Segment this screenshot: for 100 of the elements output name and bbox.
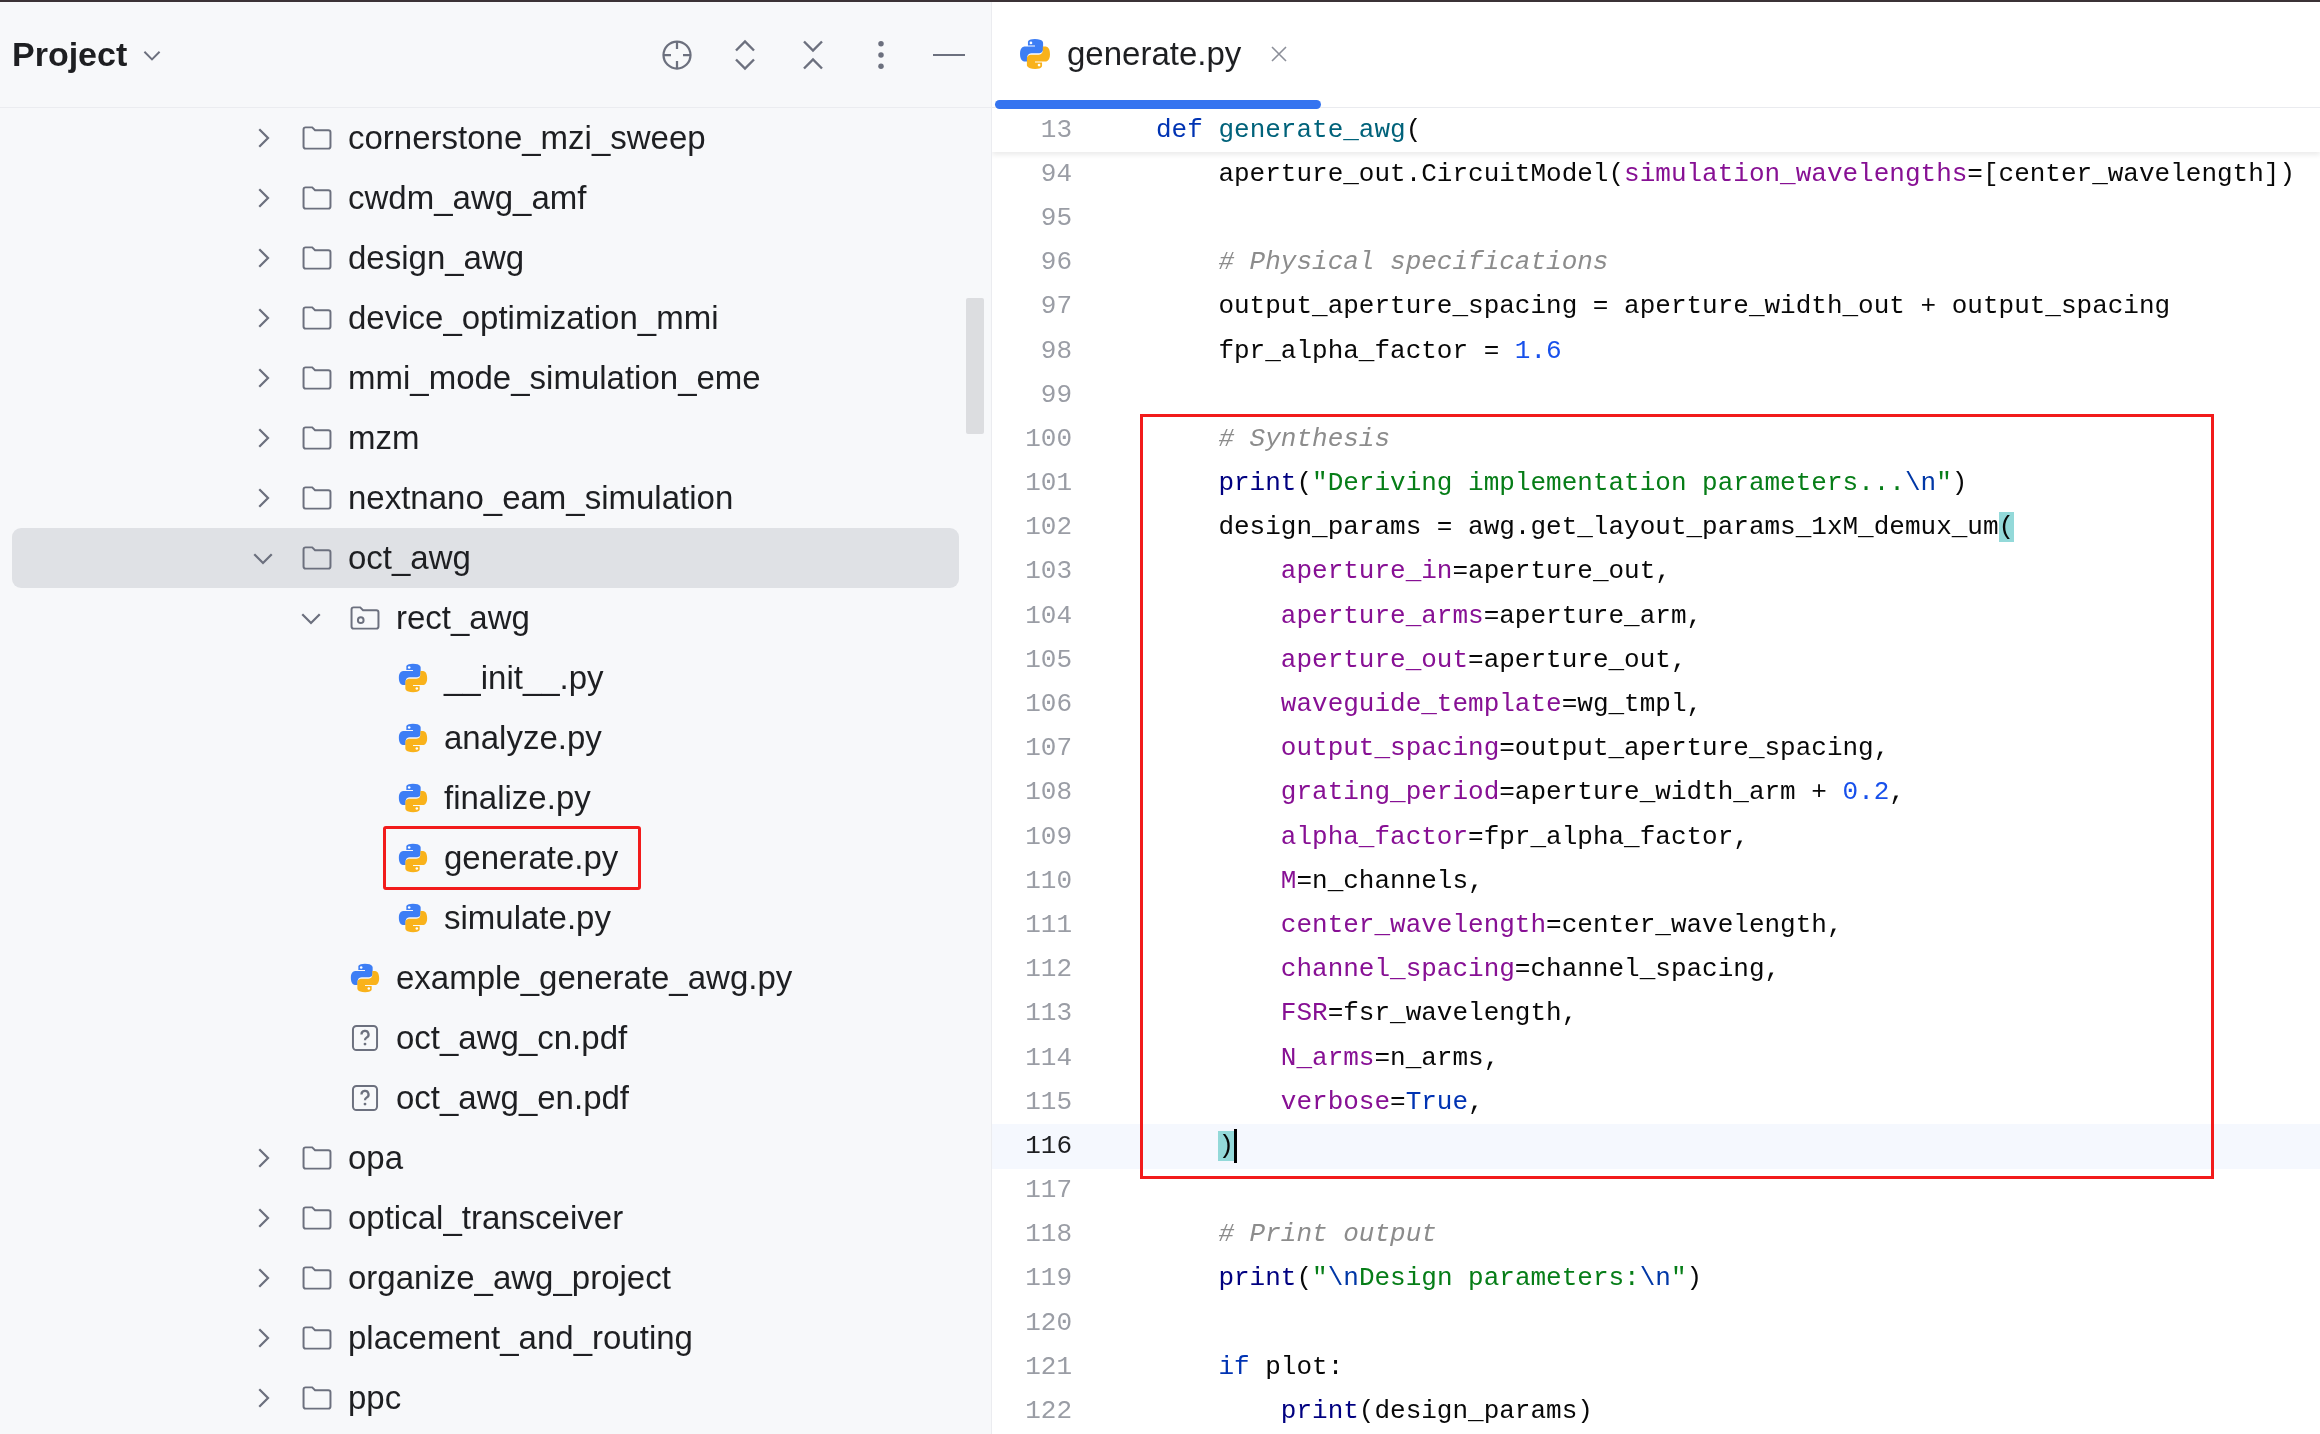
line-number: 115: [1024, 1085, 1072, 1119]
code-line: def generate_awg(: [1156, 113, 1422, 147]
item-label: example_generate_awg.py: [396, 958, 793, 999]
line-number: 117: [1024, 1174, 1072, 1208]
tree-item[interactable]: mzm: [12, 408, 959, 468]
tree-item[interactable]: oct_awg_cn.pdf: [12, 1008, 959, 1068]
tree-item[interactable]: ppc: [12, 1368, 959, 1428]
code-line: aperture_arms=aperture_arm,: [1279, 599, 1703, 633]
line-number: 94: [1039, 157, 1072, 191]
item-label: cwdm_awg_amf: [348, 178, 587, 219]
line-number: 116: [1024, 1129, 1072, 1163]
line-number: 113: [1024, 997, 1072, 1031]
code-line: waveguide_template=wg_tmpl,: [1279, 688, 1703, 722]
code-line: aperture_in=aperture_out,: [1279, 555, 1671, 589]
code-line: grating_period=aperture_width_arm + 0.2,: [1279, 776, 1905, 810]
line-number: 114: [1024, 1041, 1072, 1075]
code-line: # Physical specifications: [1217, 246, 1609, 280]
tree-item[interactable]: __init__.py: [12, 648, 959, 708]
tree-item[interactable]: simulate.py: [12, 888, 959, 948]
tree-item[interactable]: rect_awg: [12, 588, 959, 648]
scrollbar-thumb[interactable]: [966, 298, 984, 434]
item-label: nextnano_eam_simulation: [348, 478, 734, 519]
tree-item[interactable]: cornerstone_mzi_sweep: [12, 108, 959, 168]
line-number: 99: [1039, 378, 1072, 412]
tree-item[interactable]: design_awg: [12, 228, 959, 288]
tree-item[interactable]: oct_awg_en.pdf: [12, 1068, 959, 1128]
python-icon: [396, 661, 430, 695]
code-line: N_arms=n_arms,: [1279, 1041, 1500, 1075]
line-number: 104: [1024, 599, 1072, 633]
code-line: fpr_alpha_factor = 1.6: [1217, 334, 1562, 368]
line-number: 110: [1024, 864, 1072, 898]
item-label: optical_transceiver: [348, 1198, 624, 1239]
code-line: print("\nDesign parameters:\n"): [1217, 1262, 1703, 1296]
item-label: ppc: [348, 1378, 402, 1419]
code-line: channel_spacing=channel_spacing,: [1279, 953, 1781, 987]
line-number: 112: [1024, 953, 1072, 987]
line-number: 97: [1039, 290, 1072, 324]
tree-item[interactable]: nextnano_eam_simulation: [12, 468, 959, 528]
tree-item[interactable]: oct_awg: [12, 528, 959, 588]
code-line: output_aperture_spacing = aperture_width_out + output_spacing: [1217, 290, 2171, 324]
text-caret: [1234, 1129, 1237, 1164]
code-line: # Synthesis: [1217, 422, 1391, 456]
line-number: 96: [1039, 246, 1072, 280]
line-number: 121: [1024, 1350, 1072, 1384]
tree-item[interactable]: mmi_mode_simulation_eme: [12, 348, 959, 408]
line-number: 100: [1024, 422, 1072, 456]
code-line: FSR=fsr_wavelength,: [1279, 997, 1578, 1031]
line-number: 13: [1039, 113, 1072, 147]
item-label: cornerstone_mzi_sweep: [348, 118, 706, 159]
item-label: placement_and_routing: [348, 1318, 693, 1359]
tree-item[interactable]: optical_transceiver: [12, 1188, 959, 1248]
item-label: oct_awg_en.pdf: [396, 1078, 629, 1119]
line-number: 103: [1024, 555, 1072, 589]
panel-title[interactable]: Project: [12, 29, 128, 80]
tree-item[interactable]: analyze.py: [12, 708, 959, 768]
tree-item[interactable]: example_generate_awg.py: [12, 948, 959, 1008]
line-number: 105: [1024, 643, 1072, 677]
editor-tab[interactable]: generate.py: [995, 2, 1322, 107]
python-icon: [396, 781, 430, 815]
tree-item[interactable]: placement_and_routing: [12, 1308, 959, 1368]
code-line: aperture_out=aperture_out,: [1279, 643, 1687, 677]
item-label: rect_awg: [396, 598, 530, 639]
tree-item[interactable]: generate.py: [12, 828, 959, 888]
line-number: 120: [1024, 1306, 1072, 1340]
item-label: __init__.py: [444, 658, 604, 699]
code-line: design_params = awg.get_layout_params_1xM_demux_um(: [1217, 511, 2015, 545]
item-label: simulate.py: [444, 898, 611, 939]
code-line: if plot:: [1217, 1350, 1344, 1384]
code-line: verbose=True,: [1279, 1085, 1484, 1119]
item-label: finalize.py: [444, 778, 591, 819]
line-number: 95: [1039, 201, 1072, 235]
code-line: M=n_channels,: [1279, 864, 1484, 898]
tree-item[interactable]: finalize.py: [12, 768, 959, 828]
code-line: alpha_factor=fpr_alpha_factor,: [1279, 820, 1749, 854]
item-label: oct_awg_cn.pdf: [396, 1018, 628, 1059]
python-icon: [1017, 36, 1053, 72]
python-icon: [396, 721, 430, 755]
line-number: 108: [1024, 776, 1072, 810]
item-label: analyze.py: [444, 718, 602, 759]
line-number: 118: [1024, 1218, 1072, 1252]
code-line: # Print output: [1217, 1218, 1437, 1252]
code-line: aperture_out.CircuitModel(simulation_wavelengths=[center_wavelength]): [1217, 157, 2295, 191]
item-label: opa: [348, 1138, 404, 1179]
code-line: output_spacing=output_aperture_spacing,: [1279, 732, 1890, 766]
line-number: 102: [1024, 511, 1072, 545]
line-number: 106: [1024, 688, 1072, 722]
line-number: 122: [1024, 1395, 1072, 1429]
tree-item[interactable]: cwdm_awg_amf: [12, 168, 959, 228]
item-label: organize_awg_project: [348, 1258, 671, 1299]
python-icon: [396, 901, 430, 935]
item-label: mzm: [348, 418, 420, 459]
line-number: 111: [1024, 908, 1072, 942]
tree-item[interactable]: organize_awg_project: [12, 1248, 959, 1308]
python-icon: [396, 841, 430, 875]
tree-item[interactable]: opa: [12, 1128, 959, 1188]
code-line: print("Deriving implementation parameters...\n"): [1217, 467, 1968, 501]
tree-item[interactable]: device_optimization_mmi: [12, 288, 959, 348]
line-number: 119: [1024, 1262, 1072, 1296]
python-icon: [348, 961, 382, 995]
line-number: 109: [1024, 820, 1072, 854]
